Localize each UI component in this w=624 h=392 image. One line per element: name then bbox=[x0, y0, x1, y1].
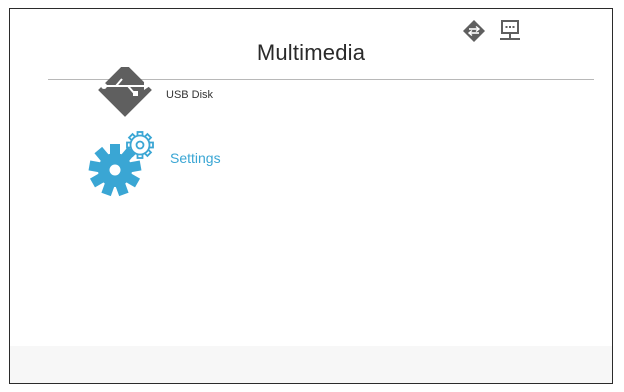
page-title: Multimedia bbox=[256, 40, 366, 65]
usb-disk-label: USB Disk bbox=[166, 89, 214, 101]
bottom-bar bbox=[10, 346, 612, 383]
settings-label: Settings bbox=[170, 150, 221, 166]
menu-item-usb-disk[interactable]: USB Disk bbox=[84, 67, 284, 121]
menu-item-settings[interactable]: Settings bbox=[84, 125, 284, 197]
gear-icon bbox=[88, 131, 154, 197]
usb-disk-icon bbox=[98, 67, 152, 117]
app-window: Multimedia USB Disk Settings bbox=[9, 8, 613, 384]
